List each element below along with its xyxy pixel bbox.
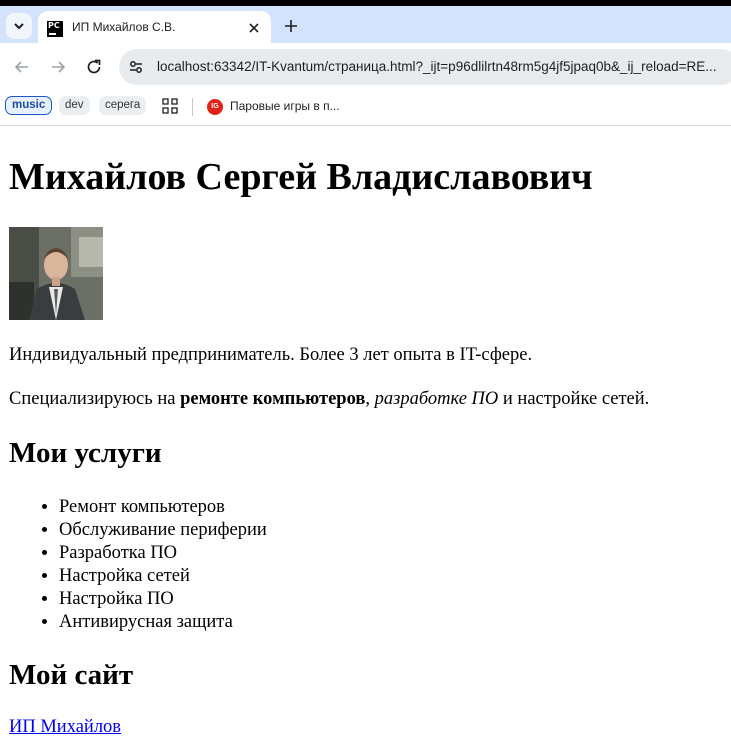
specialization-italic: разработке ПО — [374, 389, 499, 409]
list-item: Разработка ПО — [59, 542, 267, 565]
list-item: Антивирусная защита — [59, 611, 267, 634]
list-item: Настройка сетей — [59, 565, 267, 588]
page-content: Михайлов Сергей Владиславович Индивидуал… — [0, 126, 731, 754]
list-item: Ремонт компьютеров — [59, 496, 267, 519]
services-heading: Мои услуги — [9, 437, 162, 469]
list-item: Настройка ПО — [59, 588, 267, 611]
profile-photo — [9, 227, 103, 320]
intro-text: Индивидуальный предприниматель. Более 3 … — [9, 345, 533, 365]
chevron-down-icon — [14, 23, 24, 30]
bookmark-label: Паровые игры в п... — [230, 99, 340, 113]
ig-logo-icon: IG — [207, 98, 223, 115]
bookmark-folder-dev[interactable]: dev — [59, 96, 90, 115]
bookmarks-bar: music dev серега IG Паровые игры в п... — [0, 91, 731, 126]
active-tab[interactable]: PC ИП Михайлов С.В. — [38, 11, 271, 43]
close-icon[interactable] — [246, 20, 262, 36]
site-link[interactable]: ИП Михайлов — [9, 715, 121, 739]
bookmark-folder-serega[interactable]: серега — [99, 96, 147, 115]
bookmark-steam-games[interactable]: IG Паровые игры в п... — [207, 96, 340, 116]
specialization-text: Специализируюсь на ремонте компьютеров, … — [9, 389, 650, 409]
apps-grid-icon[interactable] — [162, 98, 178, 114]
list-item: Обслуживание периферии — [59, 519, 267, 542]
bookmarks-separator — [192, 98, 193, 116]
bookmark-folder-music[interactable]: music — [5, 96, 53, 115]
tab-title: ИП Михайлов С.В. — [72, 20, 176, 34]
pycharm-favicon-icon: PC — [47, 21, 63, 37]
arrow-right-icon[interactable] — [48, 57, 68, 77]
url-text[interactable]: localhost:63342/IT-Kvantum/страница.html… — [157, 59, 717, 74]
plus-icon[interactable] — [281, 16, 301, 36]
services-list: Ремонт компьютеров Обслуживание перифери… — [9, 496, 267, 634]
address-bar[interactable]: localhost:63342/IT-Kvantum/страница.html… — [119, 49, 731, 85]
specialization-bold: ремонте компьютеров — [180, 389, 366, 409]
site-heading: Мой сайт — [9, 659, 134, 691]
toolbar: localhost:63342/IT-Kvantum/страница.html… — [0, 43, 731, 91]
page-title: Михайлов Сергей Владиславович — [9, 156, 593, 198]
arrow-left-icon[interactable] — [12, 57, 32, 77]
tab-bar: PC ИП Михайлов С.В. — [0, 6, 731, 43]
tab-search-button[interactable] — [6, 13, 32, 39]
tune-icon[interactable] — [127, 58, 145, 76]
reload-icon[interactable] — [84, 57, 104, 77]
